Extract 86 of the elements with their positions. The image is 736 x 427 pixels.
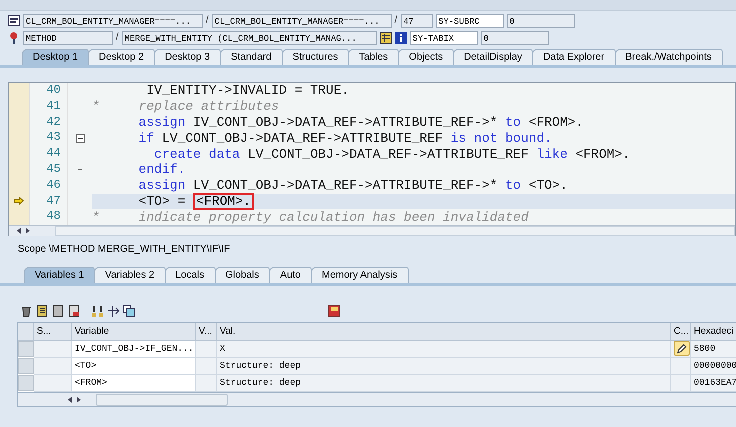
document-icon[interactable] [52, 304, 65, 318]
desktop-tab[interactable]: Break./Watchpoints [614, 49, 723, 65]
save-icon[interactable] [328, 304, 341, 318]
code-line: assign LV_CONT_OBJ->DATA_REF->ATTRIBUTE_REF->* to <TO>. [138, 178, 569, 194]
code-line: * indicate property calculation has been invalidated [92, 209, 530, 226]
scrollbar-thumb[interactable] [96, 394, 228, 406]
line-number: 43 [46, 130, 62, 146]
document-icon[interactable] [36, 304, 49, 318]
column-header[interactable]: V... [196, 323, 217, 341]
separator-text: / [116, 32, 119, 43]
horizontal-scrollbar[interactable] [17, 393, 736, 407]
code-line: create data LV_CONT_OBJ->DATA_REF->ATTRIBUTE_REF like <FROM>. [153, 146, 632, 162]
table-cell [34, 375, 72, 392]
table-cell [196, 358, 217, 375]
table-cell: X [217, 341, 671, 358]
separator-text: / [206, 15, 209, 26]
fold-end-icon [78, 168, 82, 171]
table-cell [196, 341, 217, 358]
line-number: 42 [46, 114, 62, 130]
variables-tab[interactable]: Locals [164, 267, 216, 283]
line-number: 40 [46, 83, 62, 99]
code-line: if LV_CONT_OBJ->DATA_REF->ATTRIBUTE_REF is not bound. [138, 130, 554, 146]
table-cell: 5800 [691, 341, 736, 358]
collapse-icon[interactable] [76, 134, 84, 143]
desktop-tab[interactable]: Tables [348, 49, 400, 65]
table-cell: Structure: deep [217, 375, 671, 392]
desktop-tab[interactable]: Desktop 1 [22, 49, 90, 65]
variables-tab[interactable]: Globals [214, 267, 270, 283]
column-header[interactable]: Variable [72, 323, 196, 341]
table-cell [34, 358, 72, 375]
column-header[interactable]: Hexadeci [691, 323, 736, 341]
scroll-right-icon[interactable] [77, 396, 82, 402]
scroll-left-icon[interactable] [17, 228, 22, 234]
line-number: 46 [46, 178, 62, 194]
desktop-tab[interactable]: Objects [398, 49, 454, 65]
edit-button[interactable] [674, 341, 690, 356]
program-icon [8, 15, 20, 26]
program-field: CL_CRM_BOL_ENTITY_MANAGER====... [23, 14, 203, 28]
table-cell: Structure: deep [217, 358, 671, 375]
desktop-tab[interactable]: Standard [220, 49, 283, 65]
variables-tab[interactable]: Memory Analysis [310, 267, 409, 283]
table-cell: <TO> [72, 358, 196, 375]
desktop-tab[interactable]: Data Explorer [532, 49, 616, 65]
trash-icon[interactable] [20, 304, 33, 318]
system-field-name: SY-TABIX [410, 30, 478, 44]
code-line: * replace attributes [92, 98, 280, 115]
arrows-icon[interactable] [107, 304, 120, 318]
system-field-value: 0 [480, 30, 549, 44]
scope-text: Scope \METHOD MERGE_WITH_ENTITY\IF\IF [17, 243, 232, 257]
scroll-right-icon[interactable] [26, 228, 31, 234]
include-field: CL_CRM_BOL_ENTITY_MANAGER====... [212, 14, 392, 28]
column-header [18, 323, 34, 341]
variables-tab[interactable]: Variables 2 [94, 267, 166, 283]
document-icon[interactable] [68, 304, 81, 318]
variables-tab[interactable]: Auto [269, 267, 312, 283]
line-number: 44 [46, 146, 62, 162]
line-number: 48 [46, 209, 62, 226]
desktop-tab[interactable]: Desktop 3 [154, 49, 222, 65]
program-field: METHOD [23, 30, 113, 44]
desktop-tab[interactable]: DetailDisplay [453, 49, 534, 65]
column-header[interactable]: Val. [217, 323, 671, 341]
method-icon [8, 32, 20, 44]
copy-icon[interactable] [123, 304, 136, 318]
variables-tab[interactable]: Variables 1 [24, 267, 96, 283]
grid-icon[interactable] [380, 32, 392, 44]
line-number: 41 [46, 98, 62, 115]
code-line: assign IV_CONT_OBJ->DATA_REF->ATTRIBUTE_REF->* to <FROM>. [138, 114, 585, 130]
table-cell [34, 341, 72, 358]
line-field: 47 [400, 14, 433, 28]
column-header[interactable]: S... [34, 323, 72, 341]
table-cell: IV_CONT_OBJ->IF_GEN... [72, 341, 196, 358]
info-icon[interactable] [394, 32, 407, 44]
code-line: endif. [138, 162, 187, 178]
table-cell: <FROM> [72, 375, 196, 392]
separator-text: / [394, 15, 398, 26]
column-header[interactable]: C... [671, 323, 691, 341]
line-number: 45 [46, 162, 62, 178]
code-line: IV_ENTITY->INVALID = TRUE. [146, 83, 350, 99]
scroll-left-icon[interactable] [68, 396, 73, 402]
table-cell [196, 375, 217, 392]
include-field: MERGE_WITH_ENTITY (CL_CRM_BOL_ENTITY_MANAG... [122, 30, 377, 44]
desktop-tab[interactable]: Structures [282, 49, 350, 65]
system-field-value: 0 [506, 14, 575, 28]
line-number: 47 [46, 194, 62, 210]
desktop-tab[interactable]: Desktop 2 [88, 49, 156, 65]
system-field-name: SY-SUBRC [436, 14, 504, 28]
